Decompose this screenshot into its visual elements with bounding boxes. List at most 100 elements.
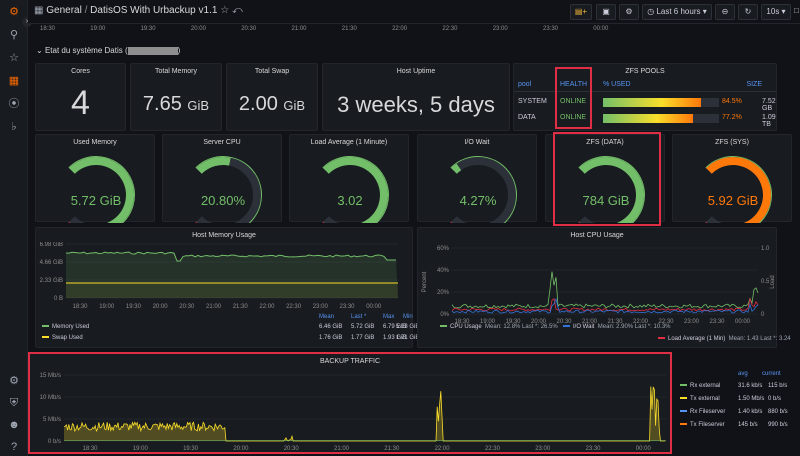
share-icon[interactable]: ⤺: [232, 5, 243, 16]
gauge-dial: 5.92 GiB: [705, 156, 772, 223]
legend-row[interactable]: I/O Wait Mean: 2.90% Last *: 10.3%: [563, 324, 671, 330]
y-tick: 60%: [437, 246, 450, 252]
gauge-value: 5.72 GiB: [71, 193, 122, 208]
load-average-line: [451, 297, 759, 312]
apps-grid-icon: ▦: [34, 5, 44, 16]
panel-title: Total Swap: [254, 68, 290, 75]
y-right-axis-label: Load: [770, 275, 776, 288]
legend-row[interactable]: Load Average (1 Min) Mean: 1.43 Last *: …: [658, 336, 791, 342]
grafana-logo-icon[interactable]: ⚙: [7, 5, 21, 19]
dashboard-title[interactable]: DatisOS With Urbackup v1.1: [90, 5, 217, 16]
time-tick: 23:00: [492, 26, 508, 32]
x-tick: 23:30: [339, 304, 355, 310]
highlight-backup-traffic: [28, 352, 672, 454]
host-memory-panel: Host Memory Usage 6.98 GiB 4.66 GiB 2.33 G…: [35, 227, 419, 348]
help-icon[interactable]: ?: [7, 440, 21, 454]
settings-gear-icon[interactable]: ⚙: [7, 374, 21, 388]
x-tick: 23:00: [313, 304, 329, 310]
time-tick: 22:30: [442, 26, 458, 32]
redacted-box: [127, 46, 178, 55]
time-tick: 20:30: [241, 26, 257, 32]
dashboard-breadcrumb: ▦ General / DatisOS With Urbackup v1.1 ☆…: [34, 5, 243, 16]
legend-row[interactable]: Rx Fileserver 1.40 kb/s 880 b/s: [680, 409, 796, 415]
panel-title: Used Memory: [73, 139, 117, 146]
collapse-chevron-icon: ⌄: [36, 46, 43, 55]
total-swap-value: 2.00 GiB: [238, 93, 306, 115]
gauge-value: 5.92 GiB: [708, 193, 759, 208]
gauge-fill: [323, 157, 388, 223]
time-tick: 21:00: [291, 26, 307, 32]
col-pool[interactable]: pool: [518, 81, 531, 88]
time-tick: 19:30: [140, 26, 156, 32]
time-range-picker[interactable]: ◷ Last 6 hours ▾: [642, 4, 712, 20]
x-tick: 18:30: [72, 304, 88, 310]
pool-name: DATA: [518, 114, 536, 121]
dashboard-settings-button[interactable]: ⚙: [619, 4, 639, 20]
tv-mode-button[interactable]: □: [794, 4, 799, 20]
highlight-health-column: [555, 67, 592, 129]
search-icon[interactable]: ⚲: [7, 28, 21, 42]
gauge-dial: 5.72 GiB: [68, 156, 135, 223]
panel-title: Host CPU Usage: [570, 232, 624, 239]
y-axis-label: Percent: [422, 271, 428, 292]
legend-row[interactable]: Memory Used 6.46 GiB 5.72 GiB 6.79 GiB 5.13 …: [42, 324, 419, 330]
favorite-star-icon[interactable]: ☆: [220, 5, 229, 16]
panel-title: ZFS (SYS): [715, 139, 749, 146]
y-tick: 2.33 GiB: [40, 278, 63, 284]
zoom-out-button[interactable]: ⊖: [715, 4, 735, 20]
highlight-zfs-data-gauge: [553, 132, 661, 226]
x-tick: 21:30: [233, 304, 249, 310]
gauge-fill: [69, 157, 134, 223]
refresh-button[interactable]: ↻: [738, 4, 758, 20]
time-tick: 00:00: [593, 26, 609, 32]
zfs-header-row: pool HEALTH % USED SIZE: [514, 81, 776, 92]
total-memory-panel: Total Memory 7.65 GiB: [130, 63, 222, 131]
y-tick: 40%: [437, 268, 450, 274]
zfs-row: SYSTEM ONLINE 84.5% 7.52 GB: [514, 98, 776, 112]
col-used[interactable]: % USED: [603, 81, 631, 88]
legend-row[interactable]: CPU Usage Mean: 12.8% Last *: 26.5%: [440, 324, 558, 330]
pool-used-pct: 77.2%: [722, 114, 742, 121]
gauge-fill: [451, 163, 462, 174]
user-avatar-icon[interactable]: ☻: [7, 418, 21, 432]
y-tick: 6.98 GiB: [40, 242, 63, 248]
refresh-interval-picker[interactable]: 10s ▾: [761, 4, 791, 20]
save-dashboard-button[interactable]: ▣: [596, 4, 616, 20]
y-tick: 20%: [437, 290, 450, 296]
col-size[interactable]: SIZE: [746, 81, 762, 88]
legend-row[interactable]: Tx Fileserver 145 b/s 990 b/s: [680, 422, 796, 428]
x-tick: 22:00: [259, 304, 275, 310]
top-bar: ▦ General / DatisOS With Urbackup v1.1 ☆…: [28, 0, 800, 24]
time-tick: 20:00: [190, 26, 206, 32]
pool-size: 7.52 GB: [762, 98, 776, 112]
x-tick: 23:30: [709, 319, 725, 325]
y-right-tick: 0.5: [761, 279, 770, 285]
legend-row[interactable]: Rx external 31.6 kb/s 115 b/s: [680, 383, 796, 389]
gauge-fill: [196, 157, 231, 174]
host-cpu-panel: Host CPU Usage 60% 40% 20% 0% 1.0 0.5 0 Percent…: [417, 227, 791, 348]
shield-icon[interactable]: ⛨: [7, 396, 21, 410]
time-tick: 23:30: [543, 26, 559, 32]
legend-row[interactable]: Swap Used 1.76 GiB 1.77 GiB 1.93 GiB 1.71 Gi…: [42, 335, 419, 341]
cores-value: 4: [71, 84, 90, 122]
sidebar: ⚙ ⚲ ☆ ▦ ⦿ ♭ ⚙ ⛨ ☻ ?: [0, 0, 28, 456]
gauge-dial: 3.02: [322, 156, 389, 223]
explore-icon[interactable]: ⦿: [7, 97, 21, 111]
gauge-panel: Used Memory 5.72 GiB: [35, 134, 155, 223]
legend-row[interactable]: Tx external 1.50 Mb/s 0 b/s: [680, 396, 796, 402]
breadcrumb-folder[interactable]: General: [46, 5, 82, 16]
gauge-value: 4.27%: [460, 193, 497, 208]
y-tick: 4.66 GiB: [40, 260, 63, 266]
row-title[interactable]: ⌄ Etat du système Datis (): [36, 46, 180, 55]
add-panel-button[interactable]: ▤+: [570, 4, 592, 20]
dashboards-icon[interactable]: ▦: [7, 74, 21, 88]
star-icon[interactable]: ☆: [7, 51, 21, 65]
total-swap-panel: Total Swap 2.00 GiB: [226, 63, 318, 131]
y-right-tick: 0: [761, 312, 765, 318]
panel-title: Server CPU: [203, 139, 241, 146]
gauge-dial: 4.27%: [450, 156, 517, 223]
alerting-bell-icon[interactable]: ♭: [7, 120, 21, 134]
gauge-panel: ZFS (SYS) 5.92 GiB: [672, 134, 792, 223]
gauge-dial: 20.80%: [195, 156, 262, 223]
total-memory-value: 7.65 GiB: [142, 93, 210, 115]
